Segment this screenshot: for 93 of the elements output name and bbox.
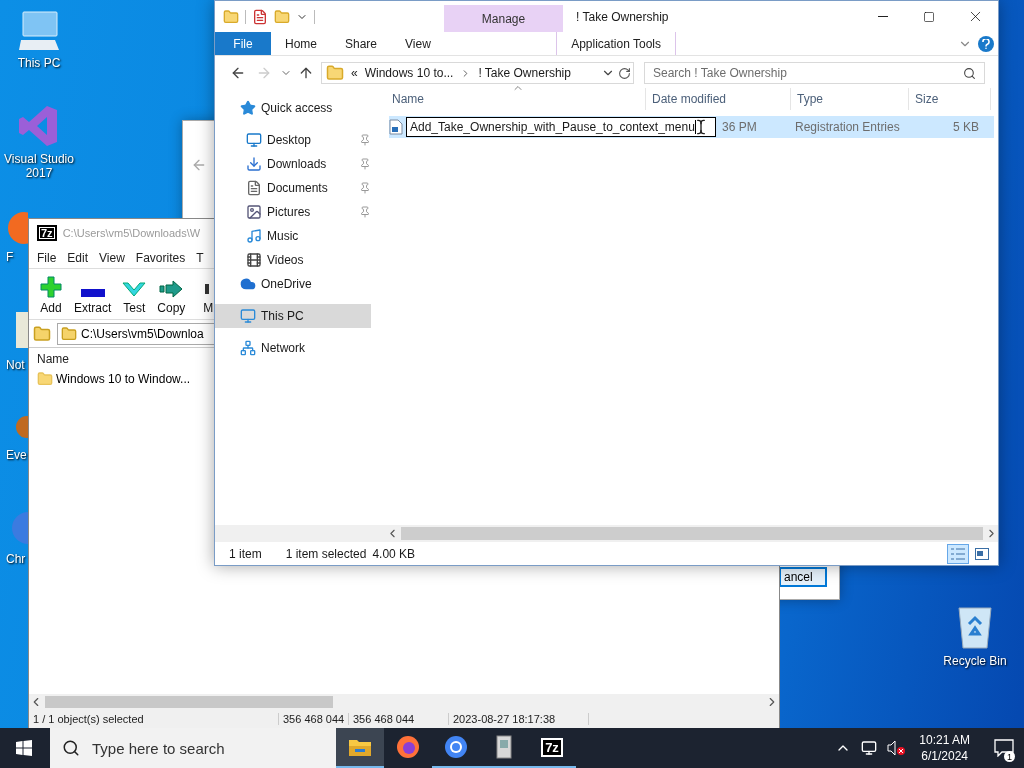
desktop-icon-label[interactable]: Eve	[6, 448, 27, 462]
computer-icon	[17, 10, 61, 52]
status-text: 2023-08-27 18:17:38	[449, 713, 589, 725]
help-icon[interactable]	[978, 35, 994, 52]
nav-item[interactable]: Documents	[215, 176, 371, 200]
film-icon	[246, 252, 262, 268]
picture-icon	[246, 204, 262, 220]
nav-item[interactable]: Network	[215, 336, 371, 360]
toolbar-button[interactable]: Add	[38, 276, 64, 315]
nav-item[interactable]: Pictures	[215, 200, 371, 224]
nav-item[interactable]: Quick access	[215, 96, 371, 120]
nav-item[interactable]: Desktop	[215, 128, 371, 152]
forward-arrow-icon	[256, 65, 272, 81]
window-title: C:\Users\vm5\Downloads\W	[62, 227, 201, 239]
clock[interactable]: 10:21 AM 6/1/2024	[919, 732, 970, 764]
network-icon	[240, 340, 256, 356]
address-bar[interactable]: « Windows 10 to... ! Take Ownership	[321, 62, 634, 84]
menu-item[interactable]: File	[37, 250, 57, 265]
windows-logo-icon	[16, 740, 32, 756]
computer-icon	[240, 308, 256, 324]
folder-icon	[348, 737, 372, 757]
menu-item[interactable]: View	[99, 250, 125, 265]
music-icon	[246, 228, 262, 244]
maximize-icon	[923, 10, 935, 23]
minimize-icon	[878, 16, 888, 17]
refresh-icon[interactable]	[618, 66, 631, 80]
status-text: 4.00 KB	[372, 546, 416, 561]
nav-item[interactable]: Videos	[215, 248, 371, 272]
column-header[interactable]: Name	[37, 351, 69, 366]
search-field[interactable]: Search ! Take Ownership	[644, 62, 985, 84]
check-mark-icon	[122, 282, 147, 298]
toolbar-button[interactable]: Copy	[157, 280, 186, 315]
scrollbar-thumb[interactable]	[45, 696, 333, 708]
cloud-icon	[240, 276, 256, 292]
context-tab-label: Manage	[444, 5, 563, 32]
window-title: ! Take Ownership	[575, 8, 670, 26]
desktop-icon	[246, 132, 262, 148]
search-icon	[963, 66, 976, 80]
status-text: 1 item	[229, 546, 262, 561]
nav-item[interactable]: This PC	[215, 304, 371, 328]
network-icon[interactable]	[861, 740, 878, 756]
status-text: 1 item selected	[285, 546, 367, 561]
column-header[interactable]: Date modified	[646, 88, 791, 110]
scrollbar-thumb[interactable]	[401, 527, 983, 540]
app-logo: 7z	[37, 225, 57, 241]
taskbar-search-field[interactable]: Type here to search	[50, 728, 336, 768]
column-header[interactable]: Size	[909, 88, 991, 110]
nav-item[interactable]: Music	[215, 224, 371, 248]
search-icon	[62, 739, 80, 757]
menu-item[interactable]: T	[196, 250, 204, 265]
star-icon	[240, 100, 256, 116]
status-text: 356 468 044	[349, 713, 449, 725]
desktop-icon-label[interactable]: Chr	[6, 552, 26, 566]
folder-icon	[61, 325, 77, 342]
menu-item[interactable]: Favorites	[135, 250, 186, 265]
ribbon-tab[interactable]: Application Tools	[556, 32, 676, 55]
minus-icon	[79, 288, 106, 298]
volume-muted-icon[interactable]	[887, 740, 906, 756]
download-icon	[246, 156, 262, 172]
desktop-icon-label[interactable]: Recycle Bin	[943, 654, 1007, 668]
archiver-icon: 7z	[541, 737, 563, 757]
type-text: Registration Entries	[794, 120, 901, 134]
status-text: 1 / 1 object(s) selected	[29, 713, 279, 725]
taskbar-app-button[interactable]: 7z	[528, 728, 576, 768]
rename-field[interactable]: Add_Take_Ownership_with_Pause_to_context_menu	[406, 117, 716, 137]
status-text: 356 468 044	[279, 713, 349, 725]
ribbon-tab[interactable]: File	[215, 32, 271, 55]
menu-item[interactable]: Edit	[67, 250, 89, 265]
desktop-icon-label[interactable]: Not	[6, 358, 25, 372]
document-icon	[246, 180, 262, 196]
details-view-button[interactable]	[947, 543, 969, 564]
column-header[interactable]: Type	[791, 88, 909, 110]
toolbar-button[interactable]: Test	[121, 282, 148, 315]
registry-file-icon	[389, 119, 403, 135]
breadcrumb[interactable]: Windows 10 to...	[364, 66, 454, 80]
plus-icon	[40, 276, 62, 298]
breadcrumb-overflow[interactable]: «	[351, 66, 358, 80]
column-header[interactable]: Name	[386, 88, 646, 110]
date-text: 36 PM	[721, 120, 758, 134]
file-row[interactable]: Windows 10 to Window...	[29, 369, 779, 389]
cancel-button[interactable]: ancel	[779, 567, 827, 587]
breadcrumb[interactable]: ! Take Ownership	[478, 66, 571, 80]
folder-icon	[37, 371, 53, 387]
size-text: 5 KB	[952, 120, 980, 134]
app-icon	[494, 734, 514, 760]
desktop-icon-label[interactable]: Visual Studio 2017	[0, 152, 78, 180]
notification-button[interactable]: 1	[984, 728, 1024, 768]
file-row[interactable]: Add_Take_Ownership_with_Pause_to_context_menu 36 PM Registration Entries 5 KB	[389, 116, 994, 138]
properties-icon[interactable]	[252, 8, 268, 25]
taskbar-app-button[interactable]	[336, 728, 384, 768]
folder-icon	[326, 64, 344, 82]
toolbar-button[interactable]: Extract	[74, 288, 112, 315]
nav-item[interactable]: Downloads	[215, 152, 371, 176]
